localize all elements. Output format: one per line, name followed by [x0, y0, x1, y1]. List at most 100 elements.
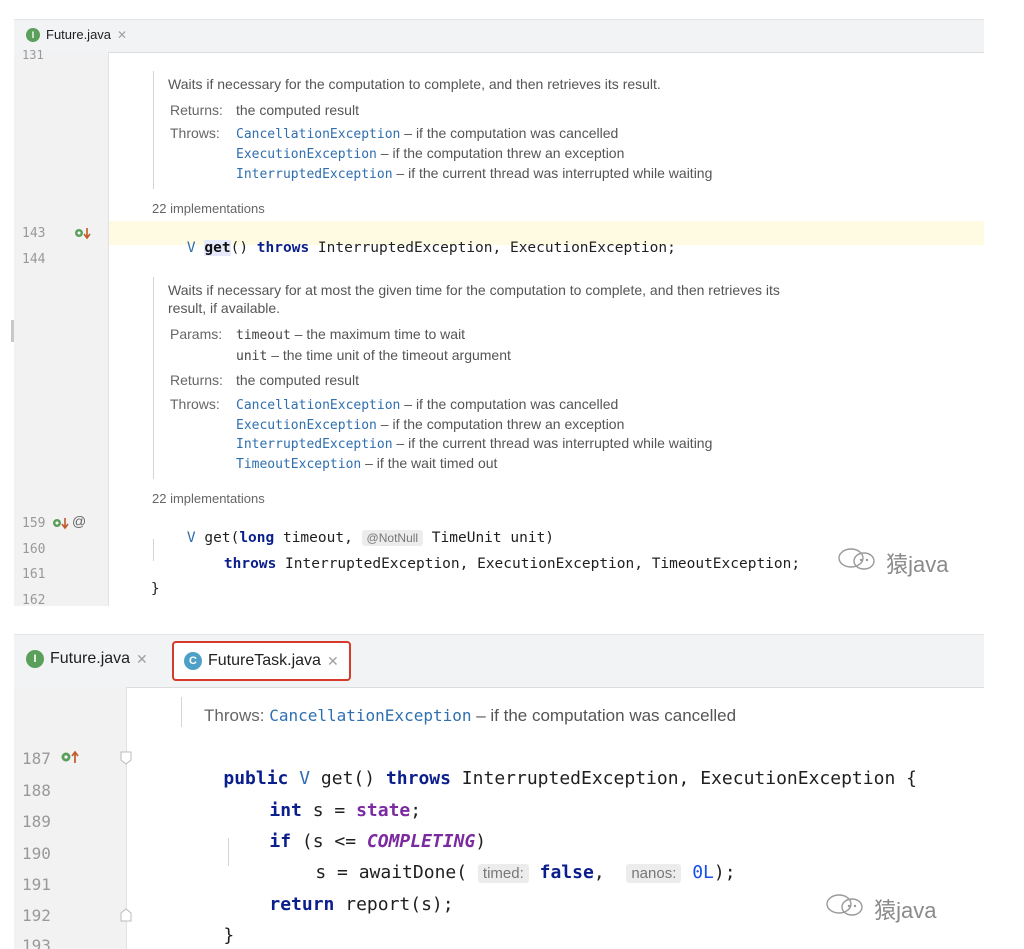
interface-icon: I	[26, 27, 40, 42]
watermark: 猿java	[836, 546, 948, 579]
keyword: false	[539, 862, 594, 883]
exception-link[interactable]: InterruptedException	[236, 437, 393, 452]
implemented-method-icon[interactable]	[52, 515, 70, 536]
doc-summary: Waits if necessary for the computation t…	[168, 76, 661, 92]
doc-throws-label: Throws:	[170, 125, 220, 141]
doc-throws-item: ExecutionException – if the computation …	[236, 416, 624, 433]
doc-throws-item: TimeoutException – if the wait timed out	[236, 455, 497, 472]
exception-link[interactable]: TimeoutException	[236, 457, 361, 472]
doc-throws-desc: – if the computation was cancelled	[471, 706, 737, 725]
line-number: 159	[22, 516, 46, 531]
keyword: throws	[256, 240, 310, 256]
close-icon[interactable]: ✕	[136, 651, 148, 668]
param-name: unit	[236, 349, 268, 364]
doc-throws-label: Throws:	[204, 706, 265, 725]
indent-guide	[228, 838, 229, 866]
editor-panel-futuretask: I Future.java ✕ C FutureTask.java ✕ 187 …	[14, 634, 984, 949]
doc-param-desc: – the maximum time to wait	[290, 326, 466, 342]
doc-throws-item: InterruptedException – if the current th…	[236, 165, 712, 182]
type-token: V	[186, 240, 196, 256]
doc-throws-desc: – if the current thread was interrupted …	[392, 165, 713, 181]
exception-link[interactable]: InterruptedException	[236, 167, 393, 182]
line-number: 189	[22, 812, 51, 831]
exception-link[interactable]: CancellationException	[236, 127, 400, 142]
line-number: 162	[22, 593, 46, 606]
fold-icon[interactable]	[120, 751, 132, 770]
doc-throws-label: Throws:	[170, 396, 220, 412]
watermark-text: 猿java	[886, 552, 949, 577]
tab-label: FutureTask.java	[208, 652, 321, 669]
annotation-icon[interactable]: @	[72, 513, 86, 529]
exception-link[interactable]: CancellationException	[269, 706, 471, 725]
doc-comment-bar	[181, 697, 182, 727]
code-text: InterruptedException, ExecutionException…	[450, 768, 917, 789]
doc-throws-desc: – if the computation threw an exception	[376, 145, 625, 161]
line-number: 192	[22, 906, 51, 925]
doc-throws-item: Throws: CancellationException – if the c…	[204, 706, 736, 726]
close-icon[interactable]: ✕	[327, 653, 339, 670]
line-number: 160	[22, 542, 46, 557]
code-text: );	[713, 862, 736, 883]
doc-throws-desc: – if the computation was cancelled	[400, 125, 619, 141]
editor-tab-bar: I Future.java ✕	[14, 19, 984, 53]
doc-throws-item: CancellationException – if the computati…	[236, 396, 618, 413]
code-text: InterruptedException, ExecutionException…	[309, 240, 676, 256]
doc-param-item: timeout – the maximum time to wait	[236, 326, 465, 343]
doc-throws-desc: – if the wait timed out	[361, 455, 498, 471]
code-line-161[interactable]: }	[116, 565, 160, 606]
doc-params-label: Params:	[170, 326, 223, 342]
implements-method-icon[interactable]	[60, 748, 80, 771]
exception-link[interactable]: CancellationException	[236, 398, 400, 413]
doc-param-item: unit – the time unit of the timeout argu…	[236, 347, 511, 364]
line-number: 161	[22, 567, 46, 582]
line-number: 190	[22, 844, 51, 863]
implemented-method-icon[interactable]	[74, 225, 92, 246]
code-text: ,	[593, 862, 627, 883]
doc-throws-desc: – if the computation was cancelled	[400, 396, 619, 412]
doc-throws-desc: – if the current thread was interrupted …	[392, 435, 713, 451]
code-line-160[interactable]: throws InterruptedException, ExecutionEx…	[189, 540, 800, 588]
editor-tab-bar: I Future.java ✕ C FutureTask.java ✕	[14, 634, 984, 688]
resize-handle[interactable]	[11, 320, 14, 342]
implementations-hint[interactable]: 22 implementations	[152, 491, 265, 506]
param-hint: nanos:	[626, 864, 682, 883]
implementations-hint[interactable]: 22 implementations	[152, 201, 265, 216]
doc-summary: Waits if necessary for at most the given…	[168, 282, 780, 298]
tab-future-java[interactable]: I Future.java ✕	[26, 27, 127, 42]
code-text: InterruptedException, ExecutionException…	[276, 556, 801, 572]
doc-throws-item: InterruptedException – if the current th…	[236, 435, 712, 452]
doc-comment-bar	[153, 71, 154, 189]
line-number: 188	[22, 781, 51, 800]
code-line-192[interactable]: }	[180, 904, 234, 949]
param-hint: timed:	[477, 864, 529, 883]
wechat-icon	[824, 894, 874, 923]
code-text: ()	[230, 240, 257, 256]
doc-throws-item: CancellationException – if the computati…	[236, 125, 618, 142]
closing-brace: }	[223, 925, 235, 946]
fold-icon[interactable]	[120, 908, 132, 927]
line-number: 144	[22, 252, 46, 267]
exception-link[interactable]: ExecutionException	[236, 418, 377, 433]
line-number: 193	[22, 936, 51, 949]
doc-throws-item: ExecutionException – if the computation …	[236, 145, 624, 162]
close-icon[interactable]: ✕	[117, 28, 127, 42]
code-line-143[interactable]: V get() throws InterruptedException, Exe…	[152, 224, 676, 272]
line-number: 131	[22, 48, 44, 62]
line-number: 191	[22, 875, 51, 894]
watermark: 猿java	[824, 892, 936, 925]
editor-panel-future: I Future.java ✕ 131 143 144 159 160 161 …	[14, 19, 984, 606]
code-text: report(s);	[334, 894, 454, 915]
method-name[interactable]: get	[204, 240, 231, 256]
doc-summary: result, if available.	[168, 300, 281, 316]
tab-label: Future.java	[50, 650, 131, 667]
doc-returns-label: Returns:	[170, 372, 223, 388]
code-line-191[interactable]: return report(s);	[226, 873, 454, 936]
closing-brace: }	[150, 581, 160, 597]
exception-link[interactable]: ExecutionException	[236, 147, 377, 162]
doc-returns-label: Returns:	[170, 102, 223, 118]
tab-futuretask-java[interactable]: C FutureTask.java ✕	[172, 641, 351, 681]
watermark-text: 猿java	[874, 898, 937, 923]
doc-param-desc: – the time unit of the timeout argument	[267, 347, 511, 363]
keyword: return	[269, 894, 335, 915]
tab-future-java[interactable]: I Future.java ✕	[26, 650, 148, 668]
